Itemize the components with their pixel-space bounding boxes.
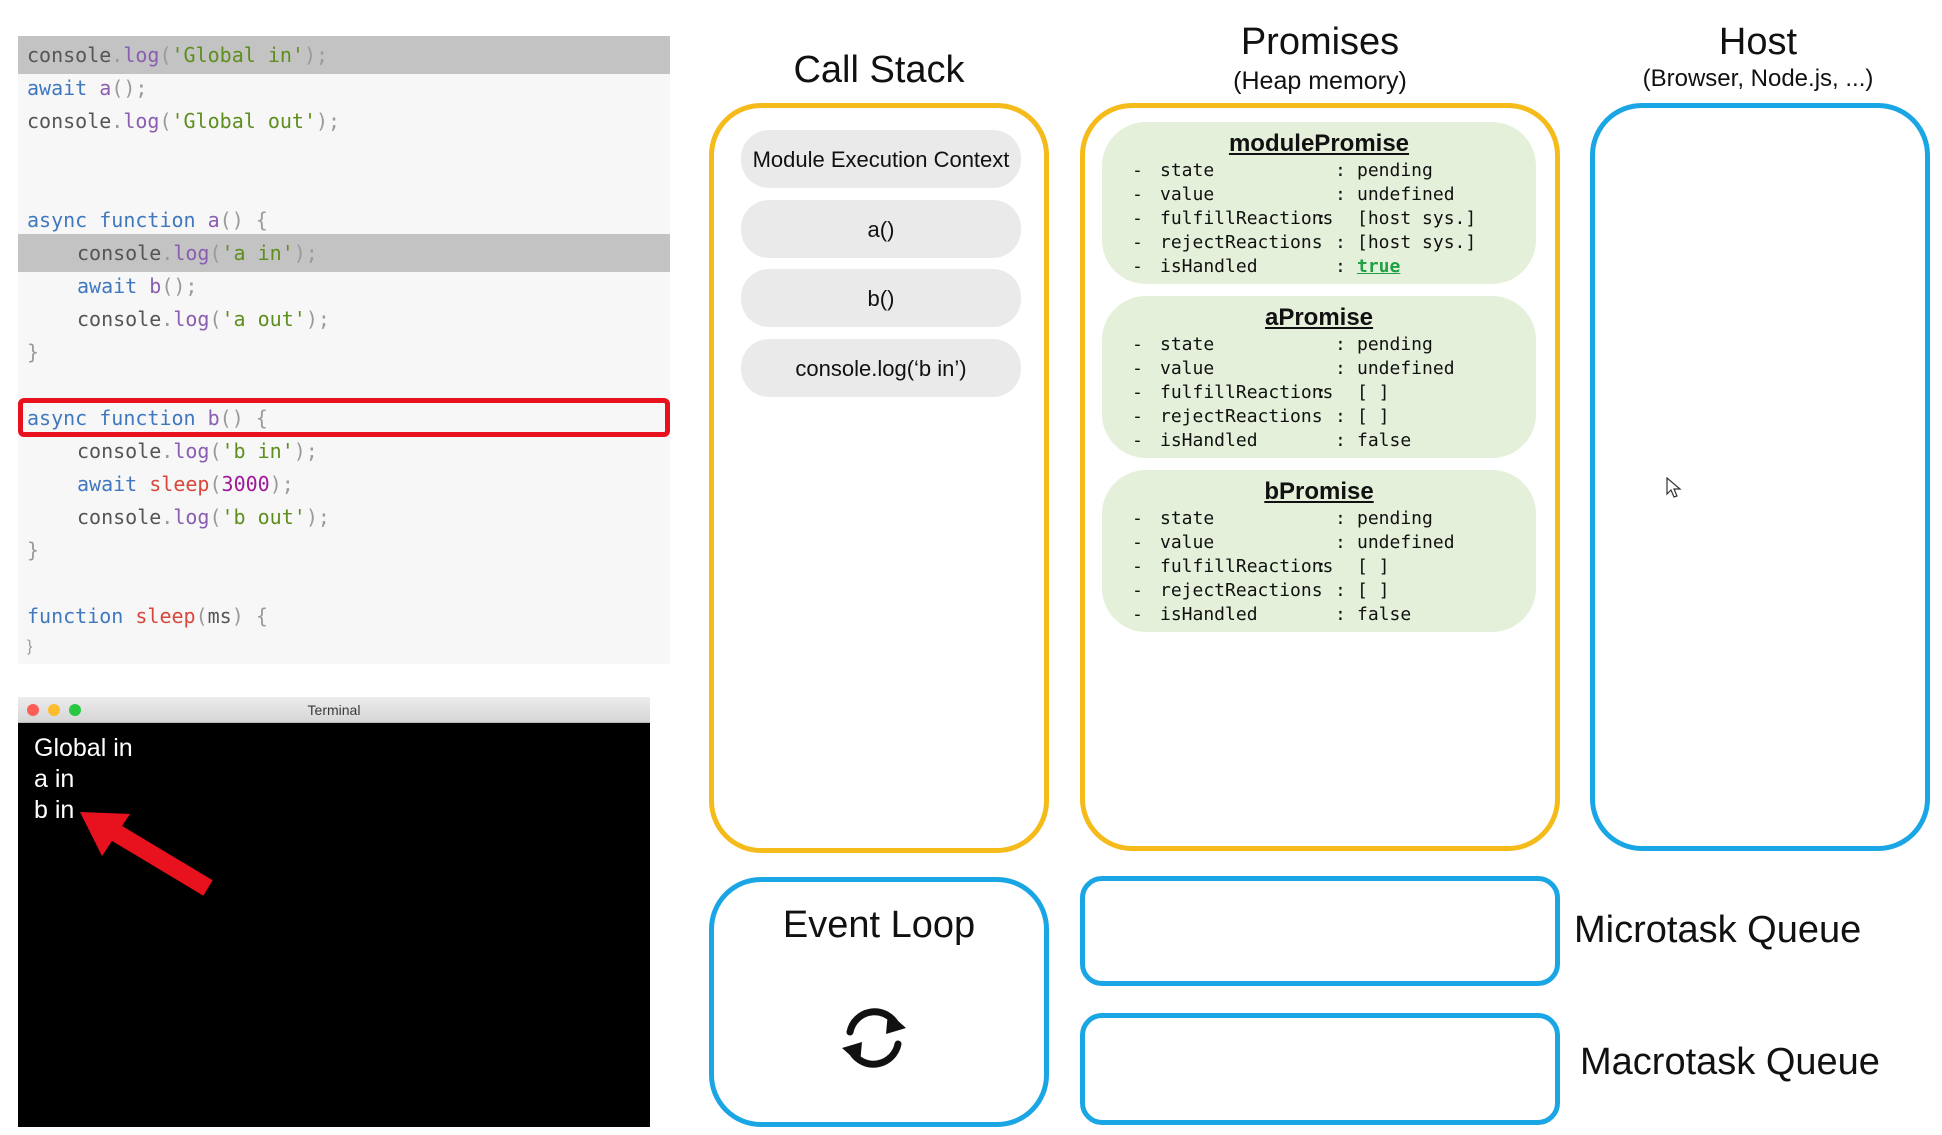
call-stack-frame: b() xyxy=(741,269,1021,327)
prop-value: pending xyxy=(1357,334,1433,355)
promise-prop-row: - rejectReactions:[ ] xyxy=(1132,406,1390,427)
promises-title: Promises xyxy=(1240,21,1400,63)
current-line-highlight-box xyxy=(18,398,670,437)
terminal-titlebar: Terminal xyxy=(18,697,650,723)
promise-prop-row: - value: undefined xyxy=(1132,532,1455,553)
prop-key: rejectReactions xyxy=(1160,232,1323,253)
promise-name: modulePromise xyxy=(1228,130,1410,157)
prop-key: isHandled xyxy=(1160,430,1258,451)
call-stack-frame: a() xyxy=(741,200,1021,258)
prop-value: false xyxy=(1357,604,1412,625)
prop-value: undefined xyxy=(1357,184,1455,205)
macrotask-queue-box xyxy=(1080,1013,1560,1125)
promise-prop-row: - rejectReactions:[ ] xyxy=(1132,580,1390,601)
microtask-queue-box xyxy=(1080,876,1560,986)
host-subtitle: (Browser, Node.js, ...) xyxy=(1642,65,1874,92)
code-line: console.log('Global out'); xyxy=(27,109,341,133)
event-loop-title: Event Loop xyxy=(782,904,976,946)
promise-card-aPromise: aPromise - state: pending - value: undefined… xyxy=(1102,296,1536,458)
prop-key: state xyxy=(1160,334,1215,355)
prop-key: value xyxy=(1160,358,1215,379)
promise-card-bPromise: bPromise - state: pending - value: undefined… xyxy=(1102,470,1536,632)
prop-value: [host sys.] xyxy=(1357,232,1477,253)
code-line: } xyxy=(27,538,40,562)
host-title: Host xyxy=(1718,21,1798,63)
prop-key: state xyxy=(1160,508,1215,529)
prop-value: undefined xyxy=(1357,358,1455,379)
promise-card-modulePromise: modulePromise - state: pending - value: unde… xyxy=(1102,122,1536,284)
promise-prop-row: - isHandled: false xyxy=(1132,430,1412,451)
promise-prop-row: - state: pending xyxy=(1132,334,1433,355)
prop-value: undefined xyxy=(1357,532,1455,553)
prop-value: [ ] xyxy=(1357,556,1390,577)
promises-subtitle: (Heap memory) xyxy=(1233,67,1407,95)
call-stack-frame: Module Execution Context xyxy=(741,130,1021,188)
macrotask-queue-label: Macrotask Queue xyxy=(1580,1041,1880,1083)
prop-value: [ ] xyxy=(1357,406,1390,427)
code-line: } xyxy=(18,630,670,664)
terminal-output-line: a in xyxy=(34,765,75,793)
promise-prop-row: - fulfillReactions: [host sys.] xyxy=(1132,208,1477,229)
promise-name: bPromise xyxy=(1264,478,1374,505)
prop-value: [ ] xyxy=(1357,580,1390,601)
microtask-queue-label: Microtask Queue xyxy=(1574,909,1862,951)
terminal-title: Terminal xyxy=(307,702,361,718)
terminal-output-line: Global in xyxy=(34,734,133,762)
prop-key: fulfillReactions xyxy=(1160,556,1334,577)
prop-key: isHandled xyxy=(1160,256,1258,277)
promise-prop-row: - isHandled: false xyxy=(1132,604,1412,625)
prop-value: false xyxy=(1357,430,1412,451)
promise-prop-row: - state: pending xyxy=(1132,160,1433,181)
code-panel: console.log('Global in'); await a(); con… xyxy=(18,36,670,664)
prop-key: rejectReactions xyxy=(1160,580,1323,601)
mouse-cursor-icon xyxy=(1666,477,1682,498)
promise-prop-row: - value: undefined xyxy=(1132,358,1455,379)
terminal-window: Terminal Global in a in b in xyxy=(18,697,650,1127)
prop-value: pending xyxy=(1357,160,1433,181)
promise-prop-row: - isHandled: true xyxy=(1132,256,1401,277)
prop-value: pending xyxy=(1357,508,1433,529)
promise-prop-row: - fulfillReactions:[ ] xyxy=(1132,382,1390,403)
call-stack-title: Call Stack xyxy=(793,49,965,91)
prop-value: true xyxy=(1357,256,1401,277)
code-line: } xyxy=(27,340,40,364)
prop-value: [ ] xyxy=(1357,382,1390,403)
promise-prop-row: - fulfillReactions:[ ] xyxy=(1132,556,1390,577)
host-box xyxy=(1590,103,1930,851)
prop-key: value xyxy=(1160,532,1215,553)
prop-key: fulfillReactions xyxy=(1160,208,1334,229)
prop-key: fulfillReactions xyxy=(1160,382,1334,403)
prop-value: [host sys.] xyxy=(1357,208,1477,229)
prop-key: value xyxy=(1160,184,1215,205)
sync-icon xyxy=(842,1008,906,1068)
promise-prop-row: - state: pending xyxy=(1132,508,1433,529)
prop-key: state xyxy=(1160,160,1215,181)
promise-prop-row: - rejectReactions: [host sys.] xyxy=(1132,232,1477,253)
promise-name: aPromise xyxy=(1264,304,1374,331)
pointer-arrow-icon xyxy=(80,812,213,896)
prop-key: isHandled xyxy=(1160,604,1258,625)
call-stack-frame: console.log(‘b in’) xyxy=(741,339,1021,397)
promise-prop-row: - value: undefined xyxy=(1132,184,1455,205)
prop-key: rejectReactions xyxy=(1160,406,1323,427)
